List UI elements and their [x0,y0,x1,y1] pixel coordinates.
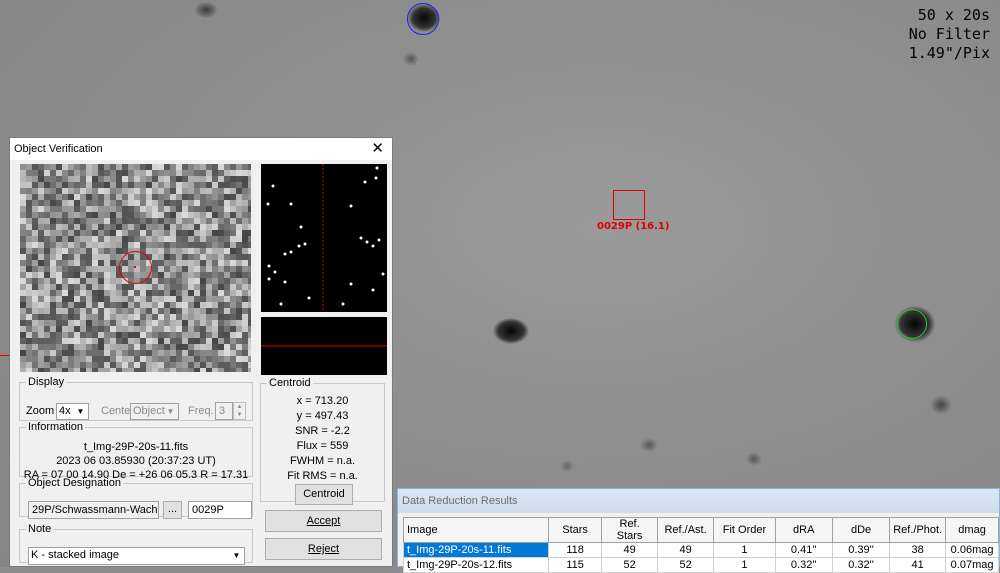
centroid-button[interactable]: Centroid [295,484,353,505]
table-cell: 52 [601,557,658,573]
table-cell: 0.39'' [831,542,891,558]
star [640,438,658,452]
note-select[interactable]: K - stacked image ▼ [28,547,245,565]
information-group: Information t_Img-29P-20s-11.fits 2023 0… [19,421,253,481]
dialog-titlebar[interactable]: Object Verification ✕ [10,138,392,160]
info-filename: t_Img-29P-20s-11.fits [83,441,189,453]
object-center-dot [134,266,136,268]
results-table: Image Stars Ref. Stars Ref./Ast. Fit Ord… [403,517,999,573]
centroid-group: Centroid x = 713.20 y = 497.43 SNR = -2.… [260,377,385,505]
field-plot-svg [266,164,385,312]
star [930,395,952,415]
filter-text: No Filter [908,25,990,43]
freq-label: Freq. [188,405,214,417]
exposure-text: 50 x 20s [917,6,990,24]
information-legend: Information [28,421,84,433]
chevron-down-icon: ▼ [232,551,241,560]
column-header[interactable]: dRA [774,517,833,543]
note-value: K - stacked image [31,549,120,561]
table-cell: 0.06mag [945,542,999,558]
center-value: Object [133,405,165,417]
column-header[interactable]: Image [403,517,549,543]
star [195,2,217,18]
centroid-x: x = 713.20 [296,395,349,407]
dialog-title: Object Verification [14,143,103,155]
table-cell: 52 [656,557,715,573]
close-icon[interactable]: ✕ [371,138,384,160]
zoom-select[interactable]: 4x ▼ [56,403,89,420]
centroid-snr: SNR = -2.2 [295,425,350,437]
info-date: 2023 06 03.85930 (20:37:23 UT) [56,455,216,467]
object-designation-legend: Object Designation [28,477,121,489]
pixel-scale-text: 1.49"/Pix [908,44,990,62]
centroid-fwhm: FWHM = n.a. [289,455,356,467]
zoom-label: Zoom [26,405,55,417]
profile-plot-svg [261,345,387,347]
accept-button[interactable]: Accept [265,510,382,532]
column-header[interactable]: Fit Order [713,517,776,543]
centroid-flux: Flux = 559 [296,440,349,452]
table-cell: 115 [547,557,603,573]
table-cell: 0.41'' [774,542,833,558]
table-cell: 49 [601,542,658,558]
object-code-field[interactable]: 0029P [188,501,252,519]
display-legend: Display [28,376,65,388]
centroid-fit-rms: Fit RMS = n.a. [287,470,358,482]
field-plot [261,164,387,312]
table-cell: 1 [713,557,776,573]
star [493,318,529,344]
column-header[interactable]: dDe [831,517,891,543]
chevron-down-icon: ▼ [166,407,175,416]
center-select[interactable]: Object ▼ [130,403,179,420]
display-group: Display Zoom 4x ▼ Center Object ▼ Freq. … [19,376,253,421]
table-row[interactable]: t_Img-29P-20s-12.fits 115 52 52 1 0.32''… [403,557,999,573]
target-marker-box [613,190,645,220]
table-cell: 0.32'' [774,557,833,573]
table-cell: 118 [547,542,603,558]
table-row[interactable]: t_Img-29P-20s-11.fits 118 49 49 1 0.41''… [403,542,999,558]
table-cell: t_Img-29P-20s-12.fits [403,557,549,573]
reject-button[interactable]: Reject [265,538,382,560]
table-cell: 38 [889,542,947,558]
note-legend: Note [28,523,52,535]
table-cell: t_Img-29P-20s-11.fits [403,542,549,558]
object-verification-dialog: Object Verification ✕ Display Zoom 4x ▼ … [9,137,393,567]
column-header[interactable]: Ref. Stars [601,517,658,543]
star [560,460,574,472]
zoom-value: 4x [59,405,71,417]
reference-star-marker-blue [407,3,439,35]
column-header[interactable]: dmag [945,517,999,543]
table-cell: 49 [656,542,715,558]
target-label: 0029P (16.1) [597,221,670,232]
chevron-down-icon: ▼ [76,407,85,416]
table-cell: 41 [889,557,947,573]
results-title[interactable]: Data Reduction Results [398,489,999,513]
star [403,52,419,66]
centroid-legend: Centroid [269,377,311,389]
freq-input[interactable]: 3 [215,402,233,420]
column-header[interactable]: Ref./Ast. [656,517,715,543]
data-reduction-results-window: Data Reduction Results Image Stars Ref. … [397,488,1000,573]
image-info-overlay: 50 x 20s No Filter 1.49"/Pix [909,6,990,63]
profile-plot [261,317,387,375]
table-cell: 0.07mag [945,557,999,573]
centroid-y: y = 497.43 [296,410,349,422]
table-cell: 0.32'' [831,557,891,573]
reference-star-marker-green [897,309,927,339]
table-cell: 1 [713,542,776,558]
object-designation-group: Object Designation 29P/Schwassmann-Wachm… [19,477,253,519]
zoom-image-view[interactable] [20,164,251,372]
star [746,452,762,466]
object-name-field[interactable]: 29P/Schwassmann-Wachm [28,501,159,519]
freq-spinner[interactable]: ▲ ▼ [233,402,246,420]
note-group: Note K - stacked image ▼ [19,523,253,565]
column-header[interactable]: Ref./Phot. [889,517,947,543]
column-header[interactable]: Stars [547,517,603,543]
browse-button[interactable]: ... [163,501,182,519]
